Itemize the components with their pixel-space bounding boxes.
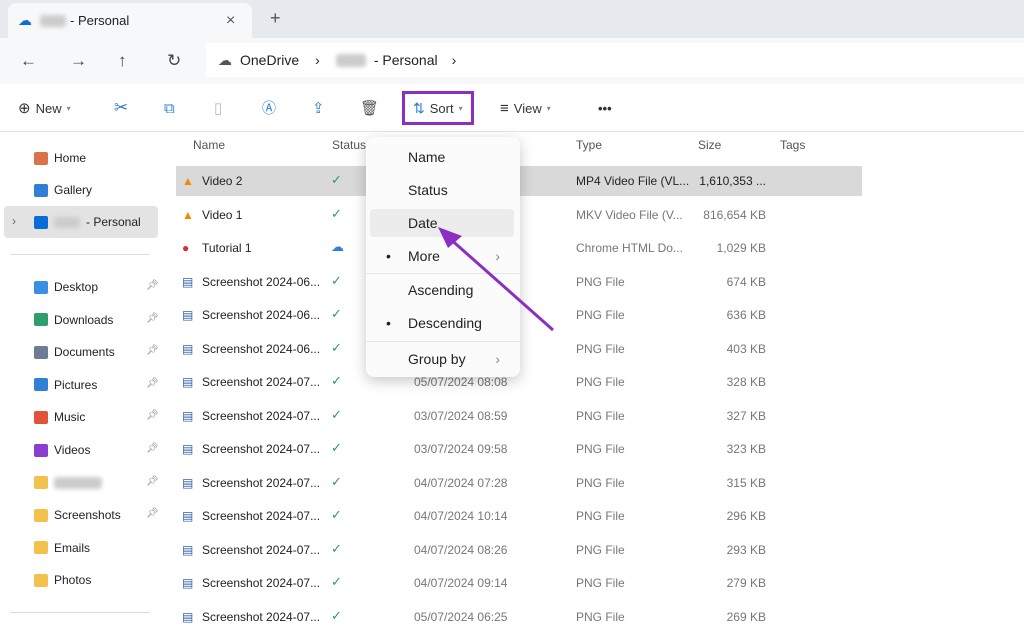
annotation-arrow [438, 227, 554, 332]
